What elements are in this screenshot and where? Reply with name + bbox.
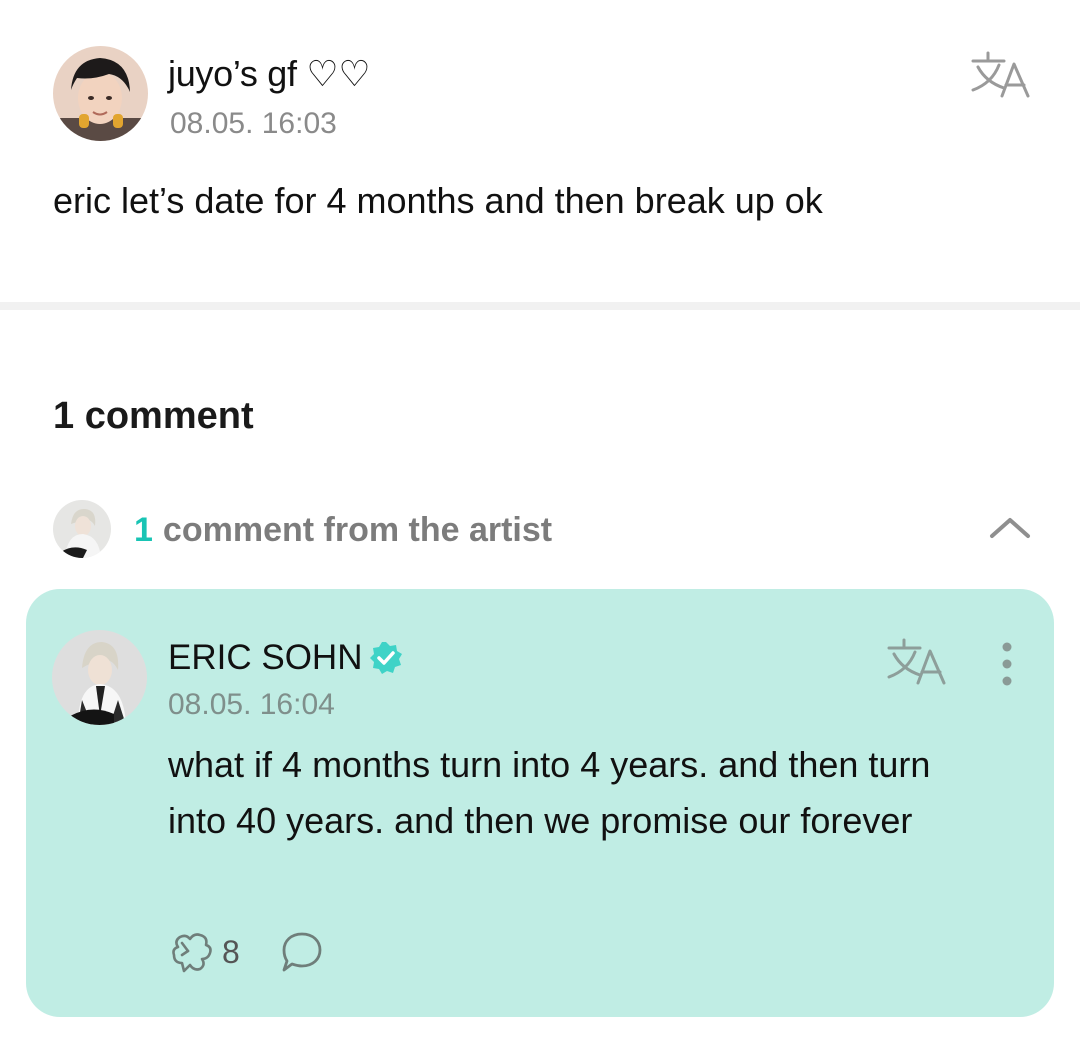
chevron-up-icon[interactable] bbox=[986, 510, 1034, 544]
post-author-name[interactable]: juyo’s gf ♡♡ bbox=[168, 52, 371, 96]
verified-badge-icon bbox=[370, 642, 403, 674]
artist-comment-label: comment from the artist bbox=[162, 511, 553, 549]
like-icon bbox=[172, 933, 212, 973]
like-button[interactable]: 8 bbox=[168, 931, 240, 973]
post-body: eric let’s date for 4 months and then br… bbox=[53, 180, 823, 221]
more-vertical-icon[interactable] bbox=[992, 639, 1022, 689]
artist-comments-toggle[interactable]: 1 comment from the artist bbox=[0, 496, 1080, 566]
comments-count: 1 comment bbox=[53, 395, 254, 437]
comment-timestamp: 08.05. 16:04 bbox=[168, 688, 335, 721]
comment-author-name: ERIC SOHN bbox=[168, 638, 363, 677]
reply-bubble-icon[interactable] bbox=[280, 930, 324, 974]
section-divider bbox=[0, 302, 1080, 310]
post: juyo’s gf ♡♡ 08.05. 16:03 eric let’s dat… bbox=[0, 0, 1080, 304]
post-author-avatar[interactable] bbox=[53, 46, 148, 141]
comment-author[interactable]: ERIC SOHN bbox=[168, 636, 404, 680]
artist-comment-card: ERIC SOHN 08.05. 16:04 what if 4 months … bbox=[26, 589, 1054, 1017]
translate-icon[interactable] bbox=[968, 50, 1032, 102]
post-timestamp: 08.05. 16:03 bbox=[170, 107, 337, 140]
comment-actions: 8 bbox=[168, 927, 324, 977]
comment-body: what if 4 months turn into 4 years. and … bbox=[168, 744, 931, 841]
artist-comment-summary[interactable]: 1 comment from the artist bbox=[134, 508, 552, 552]
like-count: 8 bbox=[222, 933, 240, 970]
artist-comment-count: 1 bbox=[134, 511, 153, 549]
translate-icon[interactable] bbox=[884, 637, 948, 689]
comment-author-avatar[interactable] bbox=[52, 630, 147, 725]
artist-avatar bbox=[53, 500, 111, 558]
